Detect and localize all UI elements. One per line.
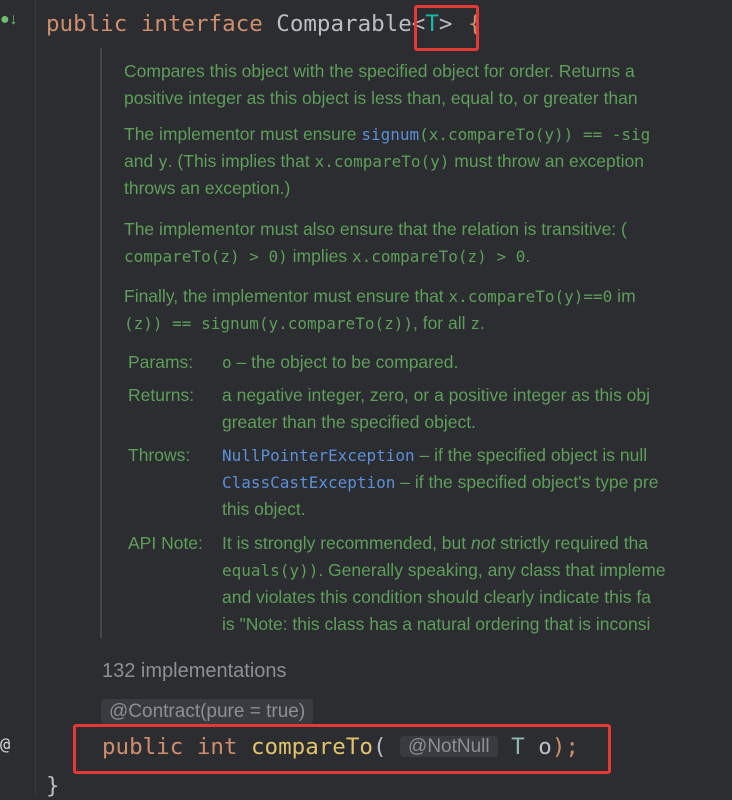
doc-line: The implementor must ensure signum(x.com… xyxy=(124,124,651,144)
null-pointer-exception-link[interactable]: NullPointerException xyxy=(222,446,415,465)
implemented-by-icon[interactable]: ●↓ xyxy=(0,12,18,28)
javadoc-block: Compares this object with the specified … xyxy=(100,48,732,638)
returns-label: Returns: xyxy=(128,385,195,405)
editor-gutter xyxy=(0,0,36,794)
throws-label: Throws: xyxy=(128,445,191,465)
signum-link[interactable]: signum xyxy=(361,125,419,144)
gutter-separator xyxy=(35,0,36,794)
type-param-highlight-box xyxy=(414,5,479,51)
doc-line: Compares this object with the specified … xyxy=(124,61,635,81)
doc-line: The implementor must also ensure that th… xyxy=(124,219,627,239)
doc-line: and y. (This implies that x.compareTo(y)… xyxy=(124,151,644,171)
doc-para-4: Finally, the implementor must ensure tha… xyxy=(124,283,636,337)
contract-annotation-inlay[interactable]: @Contract(pure = true) xyxy=(101,699,314,724)
doc-line: positive integer as this object is less … xyxy=(124,88,638,108)
implementations-count-link[interactable]: 132 implementations xyxy=(102,660,287,683)
params-value: o – the object to be compared. xyxy=(222,352,459,372)
doc-line: throws an exception.) xyxy=(124,178,291,198)
doc-line: compareTo(z) > 0) implies x.compareTo(z)… xyxy=(124,246,531,266)
doc-para-1: Compares this object with the specified … xyxy=(124,58,638,112)
doc-line: Finally, the implementor must ensure tha… xyxy=(124,286,636,306)
doc-line: (z)) == signum(y.compareTo(z)), for all … xyxy=(124,313,485,333)
closing-brace: } xyxy=(46,773,60,799)
api-note-label: API Note: xyxy=(128,533,203,553)
throws-value: NullPointerException – if the specified … xyxy=(222,445,659,519)
class-cast-exception-link[interactable]: ClassCastException xyxy=(222,473,395,492)
params-label: Params: xyxy=(128,352,194,372)
doc-para-2: The implementor must ensure signum(x.com… xyxy=(124,121,650,202)
keyword-interface: interface xyxy=(140,11,263,37)
doc-para-3: The implementor must also ensure that th… xyxy=(124,216,627,270)
returns-value: a negative integer, zero, or a positive … xyxy=(222,385,651,432)
keyword-public: public xyxy=(46,11,128,37)
annotation-icon[interactable]: @ xyxy=(0,736,10,754)
api-note-value: It is strongly recommended, but not stri… xyxy=(222,533,666,634)
method-highlight-box xyxy=(73,724,611,774)
interface-name[interactable]: Comparable xyxy=(276,11,411,37)
